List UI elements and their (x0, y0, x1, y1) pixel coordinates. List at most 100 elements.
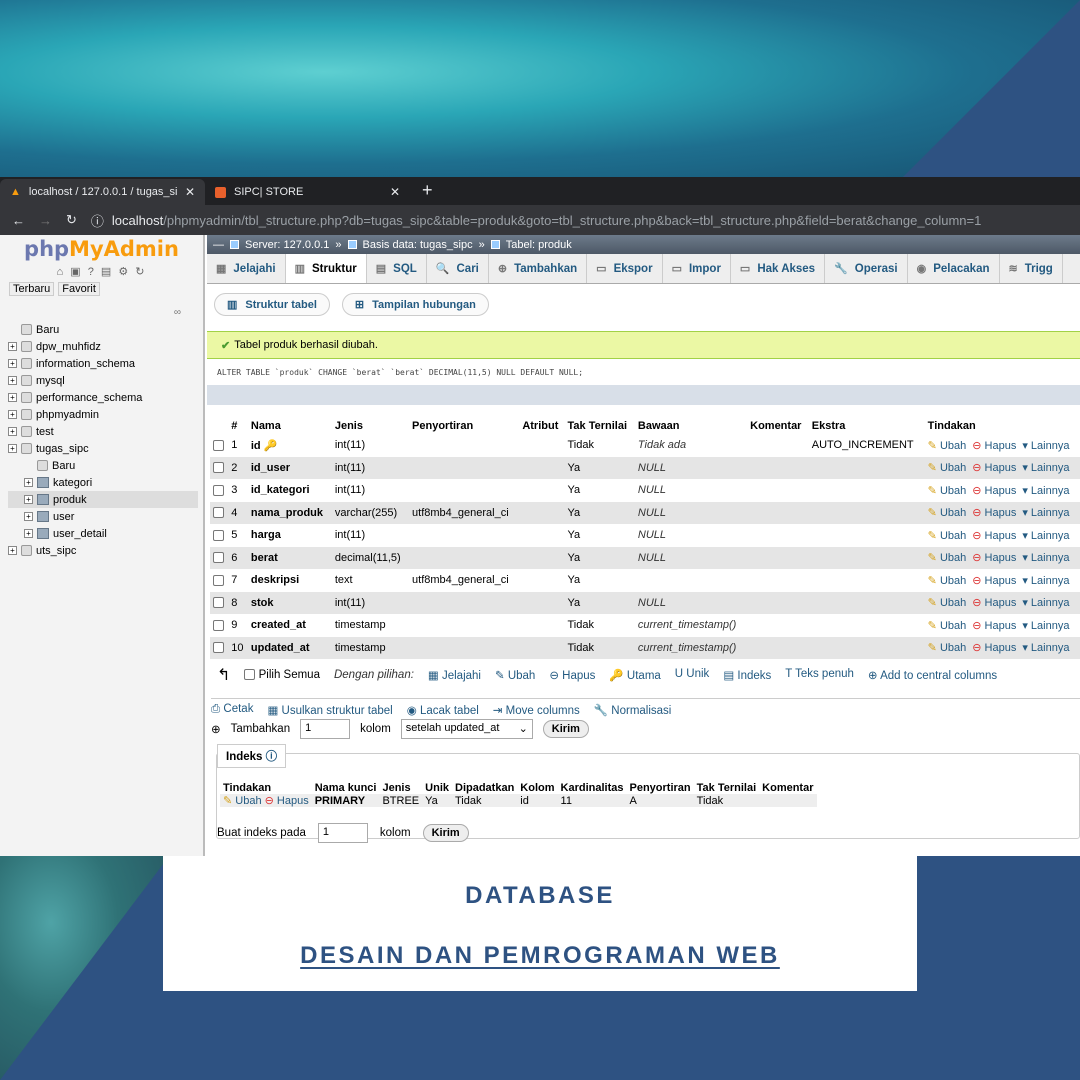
tab-sql[interactable]: ▤ SQL (367, 254, 427, 283)
docs-icon[interactable]: ▤ (101, 266, 113, 278)
create-index-submit-button[interactable]: Kirim (422, 824, 469, 842)
delete-link[interactable]: ⊖ Hapus (972, 620, 1016, 632)
tab-operasi[interactable]: 🔧 Operasi (825, 254, 908, 283)
more-link[interactable]: ▾ Lainnya (1022, 507, 1069, 519)
op-normalisasi[interactable]: 🔧 Normalisasi (594, 703, 672, 717)
row-checkbox[interactable] (213, 642, 224, 654)
tree-item-user[interactable]: + user (8, 508, 198, 525)
tree-item-tugas-sipc[interactable]: + tugas_sipc (8, 440, 198, 457)
tab-struktur[interactable]: ▥ Struktur (285, 254, 367, 283)
expand-icon[interactable]: + (8, 376, 17, 385)
link-chain-icon[interactable]: ∞ (174, 307, 181, 318)
bulk-action-hapus[interactable]: ⊖ Hapus (549, 668, 595, 682)
favorite-tab[interactable]: Favorit (58, 282, 100, 296)
breadcrumb-server[interactable]: Server: 127.0.0.1 (245, 239, 329, 251)
tree-item-performance-schema[interactable]: + performance_schema (8, 389, 198, 406)
create-index-count-input[interactable]: 1 (317, 823, 368, 843)
more-link[interactable]: ▾ Lainnya (1022, 597, 1069, 609)
tab-jelajahi[interactable]: ▦ Jelajahi (207, 254, 286, 283)
tree-item-baru[interactable]: Baru (8, 321, 198, 338)
index-edit-link[interactable]: ✎ Ubah (223, 795, 262, 807)
edit-link[interactable]: ✎ Ubah (928, 507, 967, 519)
bulk-action-unik[interactable]: U Unik (675, 668, 710, 682)
more-link[interactable]: ▾ Lainnya (1022, 530, 1069, 542)
edit-link[interactable]: ✎ Ubah (928, 530, 967, 542)
phpmyadmin-logo[interactable]: phpMyAdmin (0, 237, 203, 261)
browser-tab-store[interactable]: SIPC| STORE ✕ (205, 179, 410, 205)
tree-item-uts-sipc[interactable]: + uts_sipc (8, 542, 198, 559)
tree-item-test[interactable]: + test (8, 423, 198, 440)
check-all[interactable]: Pilih Semua (244, 669, 320, 681)
edit-link[interactable]: ✎ Ubah (928, 620, 967, 632)
tab-trigg[interactable]: ≋ Trigg (1000, 254, 1063, 283)
reload-icon[interactable]: ↻ (66, 212, 77, 228)
expand-icon[interactable]: + (8, 342, 17, 351)
breadcrumb-database[interactable]: Basis data: tugas_sipc (363, 239, 473, 251)
row-checkbox[interactable] (213, 439, 224, 451)
bulk-action-utama[interactable]: 🔑 Utama (609, 668, 660, 682)
row-checkbox[interactable] (213, 619, 224, 631)
tree-item-kategori[interactable]: + kategori (8, 474, 198, 491)
tab-impor[interactable]: ▭ Impor (663, 254, 731, 283)
recent-tab[interactable]: Terbaru (9, 282, 55, 296)
breadcrumb-table[interactable]: Tabel: produk (506, 239, 572, 251)
edit-link[interactable]: ✎ Ubah (928, 485, 967, 497)
bulk-action-indeks[interactable]: ▤ Indeks (723, 668, 771, 682)
expand-icon[interactable]: + (8, 427, 17, 436)
edit-link[interactable]: ✎ Ubah (928, 440, 967, 452)
delete-link[interactable]: ⊖ Hapus (972, 597, 1016, 609)
row-checkbox[interactable] (213, 529, 224, 541)
index-delete-link[interactable]: ⊖ Hapus (265, 795, 309, 807)
row-checkbox[interactable] (213, 574, 224, 586)
expand-icon[interactable]: + (24, 495, 33, 504)
close-tab-icon[interactable]: ✕ (185, 185, 195, 199)
more-link[interactable]: ▾ Lainnya (1022, 642, 1069, 654)
tree-item-information-schema[interactable]: + information_schema (8, 355, 198, 372)
expand-icon[interactable] (8, 325, 17, 334)
row-checkbox[interactable] (213, 597, 224, 609)
expand-icon[interactable]: + (8, 359, 17, 368)
home-icon[interactable]: ⌂ (57, 266, 66, 278)
more-link[interactable]: ▾ Lainnya (1022, 462, 1069, 474)
subtab-structure[interactable]: ▥ Struktur tabel (214, 293, 330, 316)
bulk-action-add-to-central-columns[interactable]: ⊕ Add to central columns (868, 668, 997, 682)
delete-link[interactable]: ⊖ Hapus (972, 552, 1016, 564)
edit-link[interactable]: ✎ Ubah (928, 597, 967, 609)
row-checkbox[interactable] (213, 462, 224, 474)
tab-ekspor[interactable]: ▭ Ekspor (587, 254, 663, 283)
collapse-icon[interactable]: — (213, 239, 224, 251)
new-tab-icon[interactable]: + (410, 180, 445, 205)
bulk-action-jelajahi[interactable]: ▦ Jelajahi (428, 668, 481, 682)
bulk-action-ubah[interactable]: ✎ Ubah (495, 668, 535, 682)
bulk-action-teks-penuh[interactable]: T Teks penuh (785, 668, 854, 682)
subtab-relation-view[interactable]: ⊞ Tampilan hubungan (341, 293, 489, 316)
more-link[interactable]: ▾ Lainnya (1022, 552, 1069, 564)
url-field[interactable]: ⓘ localhost/phpmyadmin/tbl_structure.php… (91, 211, 1068, 230)
more-link[interactable]: ▾ Lainnya (1022, 620, 1069, 632)
delete-link[interactable]: ⊖ Hapus (972, 575, 1016, 587)
expand-icon[interactable]: + (8, 546, 17, 555)
help-icon[interactable]: ? (88, 266, 96, 278)
more-link[interactable]: ▾ Lainnya (1022, 440, 1069, 452)
expand-icon[interactable]: + (8, 393, 17, 402)
delete-link[interactable]: ⊖ Hapus (972, 485, 1016, 497)
reload-nav-icon[interactable]: ↻ (135, 266, 146, 278)
op-usulkan-struktur-tabel[interactable]: ▦ Usulkan struktur tabel (267, 703, 392, 717)
tab-hak-akses[interactable]: ▭ Hak Akses (731, 254, 826, 283)
tree-item-dpw-muhfidz[interactable]: + dpw_muhfidz (8, 338, 198, 355)
op-move-columns[interactable]: ⇥ Move columns (493, 703, 580, 717)
delete-link[interactable]: ⊖ Hapus (972, 507, 1016, 519)
op-cetak[interactable]: ⎙ Cetak (211, 703, 253, 717)
expand-icon[interactable]: + (24, 512, 33, 521)
tab-tambahkan[interactable]: ⊕ Tambahkan (489, 254, 588, 283)
close-tab-icon[interactable]: ✕ (390, 185, 400, 199)
add-columns-submit-button[interactable]: Kirim (542, 720, 589, 738)
tree-item-user-detail[interactable]: + user_detail (8, 525, 198, 542)
expand-icon[interactable]: + (8, 410, 17, 419)
tree-item-phpmyadmin[interactable]: + phpmyadmin (8, 406, 198, 423)
tab-pelacakan[interactable]: ◉ Pelacakan (908, 254, 1000, 283)
expand-icon[interactable] (24, 461, 33, 470)
edit-link[interactable]: ✎ Ubah (928, 552, 967, 564)
more-link[interactable]: ▾ Lainnya (1022, 485, 1069, 497)
edit-link[interactable]: ✎ Ubah (928, 642, 967, 654)
